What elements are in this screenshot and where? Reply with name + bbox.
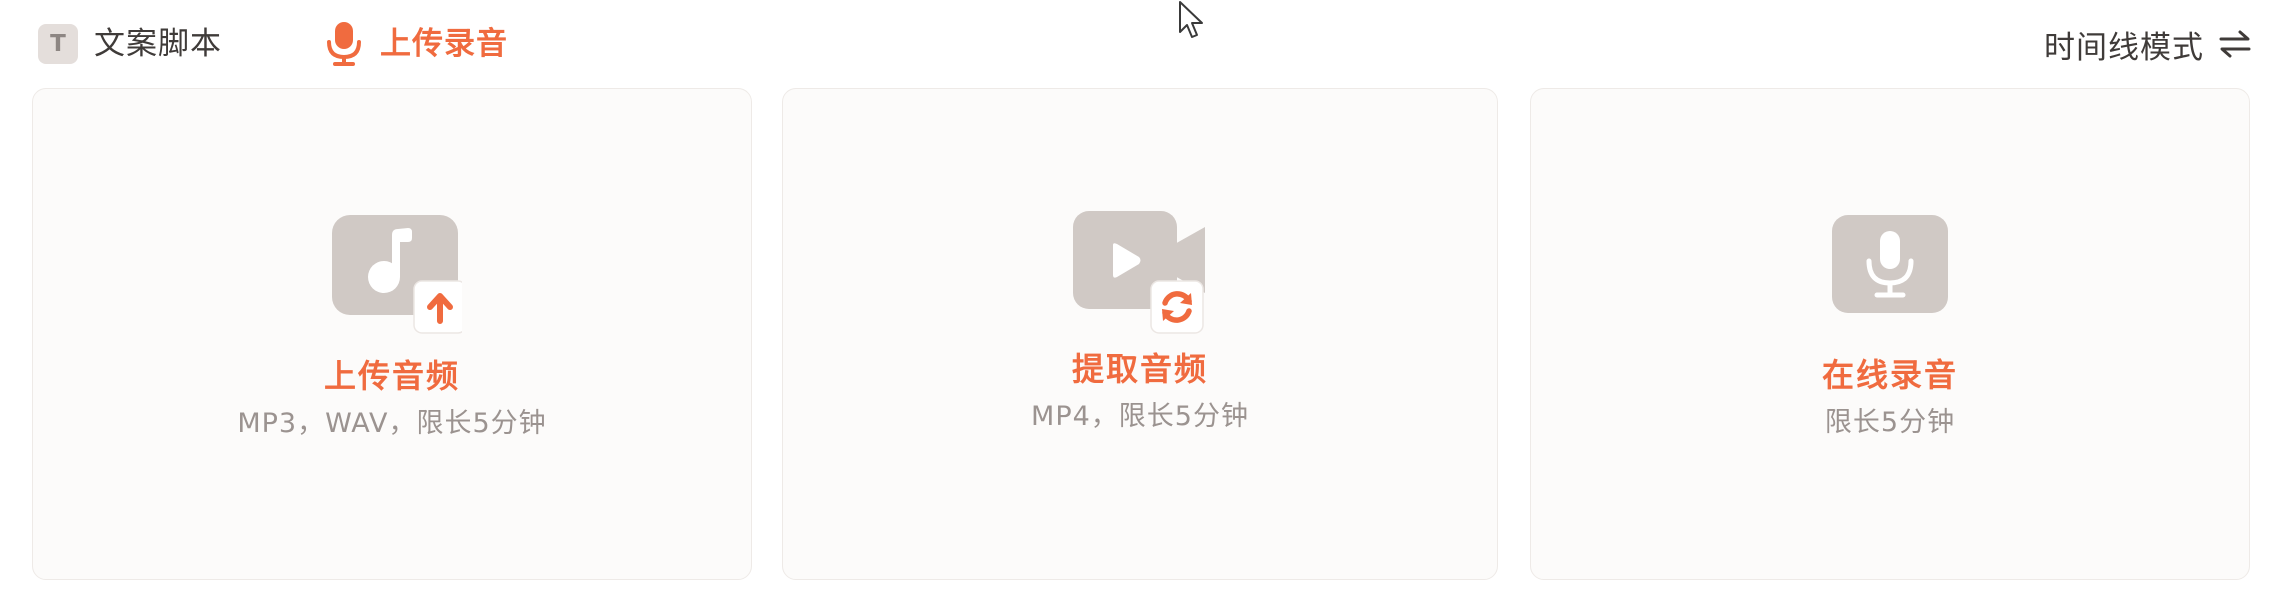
tab-upload-recording[interactable]: 上传录音	[326, 22, 508, 66]
timeline-mode-toggle[interactable]: 时间线模式	[2044, 22, 2252, 66]
extract-audio-content: 提取音频 MP4，限长5分钟	[783, 209, 1497, 435]
upload-audio-content: 上传音频 MP3，WAV，限长5分钟	[33, 213, 751, 442]
refresh-badge	[1150, 280, 1204, 334]
upload-audio-panel: T 文案脚本 上传录音 时间线模式 上传音频 MP3，WAV，限长5分钟 提取音…	[0, 0, 2280, 596]
microphone-icon	[1832, 215, 1948, 313]
microphone-icon	[327, 22, 361, 66]
extract-audio-subtitle: MP4，限长5分钟	[1031, 401, 1249, 432]
online-recording-subtitle: 限长5分钟	[1824, 407, 1956, 438]
tab-script-label: 文案脚本	[94, 26, 222, 62]
upload-audio-card[interactable]: 上传音频 MP3，WAV，限长5分钟	[32, 88, 752, 580]
extract-audio-title: 提取音频	[1071, 350, 1208, 388]
extract-audio-card[interactable]: 提取音频 MP4，限长5分钟	[782, 88, 1498, 580]
swap-arrows-icon	[2219, 30, 2251, 58]
online-recording-card[interactable]: 在线录音 限长5分钟	[1530, 88, 2250, 580]
timeline-mode-label: 时间线模式	[2044, 29, 2204, 66]
online-recording-content: 在线录音 限长5分钟	[1531, 215, 2249, 441]
upload-audio-title: 上传音频	[323, 357, 460, 395]
online-recording-title: 在线录音	[1821, 356, 1958, 394]
tab-upload-recording-label: 上传录音	[380, 26, 508, 62]
upload-audio-subtitle: MP3，WAV，限长5分钟	[237, 408, 547, 439]
video-camera-icon	[1073, 211, 1205, 334]
text-t-icon: T	[38, 24, 78, 64]
tab-script[interactable]: T 文案脚本	[38, 22, 222, 66]
music-note-icon	[332, 215, 462, 334]
mouse-cursor-icon	[1179, 1, 1203, 38]
